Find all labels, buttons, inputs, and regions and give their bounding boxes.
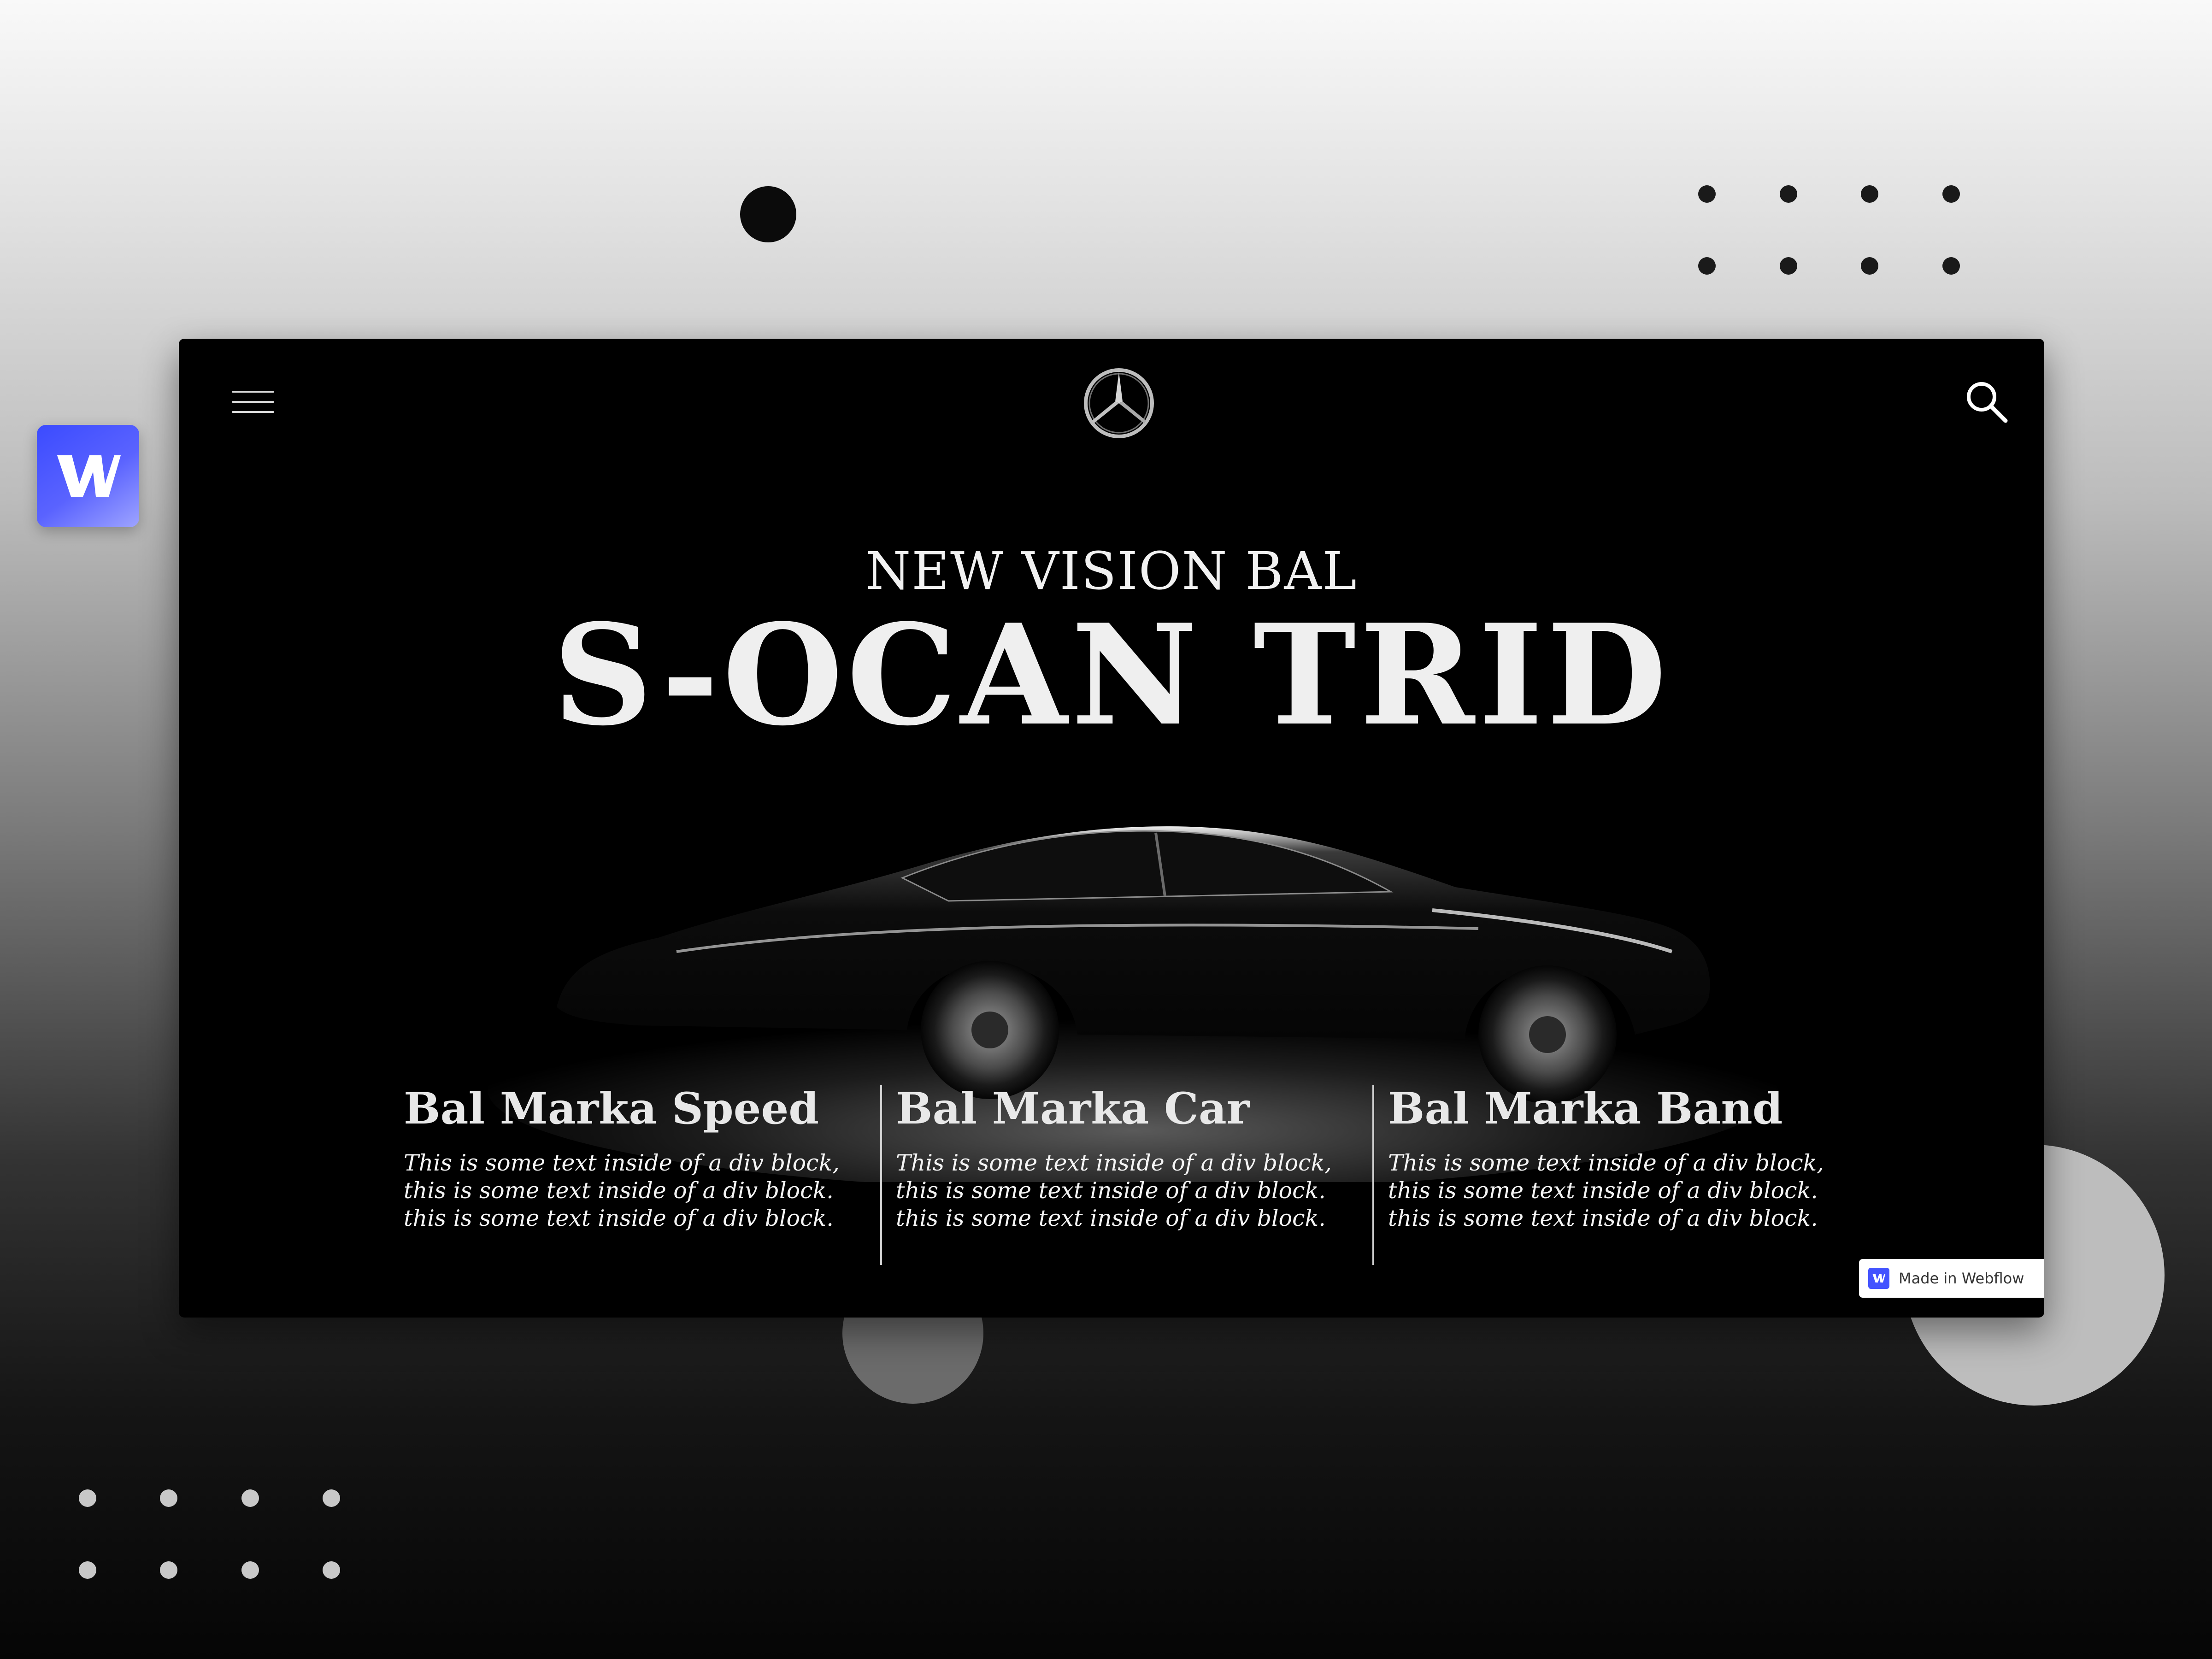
feature-column: Bal Marka Band This is some text inside … <box>1372 1085 1865 1265</box>
decorative-large-dot <box>740 186 796 242</box>
grid-dot <box>160 1489 177 1507</box>
feature-text: This is some text inside of a div block,… <box>896 1150 1332 1231</box>
grid-dot <box>1698 257 1716 275</box>
feature-column: Bal Marka Speed This is some text inside… <box>404 1085 880 1265</box>
search-icon[interactable] <box>1963 378 2009 424</box>
grid-dot <box>241 1489 259 1507</box>
feature-title: Bal Marka Band <box>1388 1083 1783 1134</box>
badge-label: Made in Webflow <box>1899 1270 2024 1287</box>
grid-dot <box>79 1561 96 1579</box>
grid-dot <box>323 1561 340 1579</box>
grid-dot <box>1780 257 1797 275</box>
features-row: Bal Marka Speed This is some text inside… <box>404 1085 1865 1265</box>
grid-dot <box>1942 185 1960 203</box>
feature-column: Bal Marka Car This is some text inside o… <box>880 1085 1372 1265</box>
grid-dot <box>160 1561 177 1579</box>
webflow-logo-badge <box>37 425 139 527</box>
three-pointed-star-logo[interactable] <box>1082 366 1156 440</box>
webflow-w-icon <box>1868 1268 1889 1289</box>
grid-dot <box>79 1489 96 1507</box>
grid-dot <box>1861 257 1878 275</box>
grid-dot <box>1942 257 1960 275</box>
grid-dot <box>323 1489 340 1507</box>
grid-dot <box>1780 185 1797 203</box>
feature-text: This is some text inside of a div block,… <box>1388 1150 1824 1231</box>
website-preview-frame: NEW VISION BAL S-OCAN TRID Bal Marka Spe… <box>179 339 2044 1318</box>
feature-title: Bal Marka Speed <box>404 1083 819 1134</box>
feature-text: This is some text inside of a div block,… <box>404 1150 840 1231</box>
feature-title: Bal Marka Car <box>896 1083 1250 1134</box>
grid-dot <box>241 1561 259 1579</box>
hamburger-icon[interactable] <box>232 391 274 413</box>
grid-dot <box>1861 185 1878 203</box>
grid-dot <box>1698 185 1716 203</box>
hero-subtitle: NEW VISION BAL <box>865 541 1358 601</box>
made-in-webflow-badge[interactable]: Made in Webflow <box>1859 1259 2044 1298</box>
webflow-w-icon <box>57 455 121 497</box>
